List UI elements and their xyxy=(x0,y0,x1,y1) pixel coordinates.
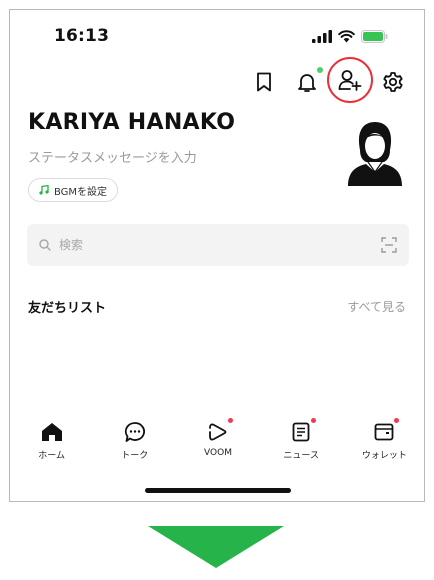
down-arrow-indicator xyxy=(148,526,284,568)
tab-label: トーク xyxy=(121,451,149,461)
tab-label: ニュース xyxy=(283,451,319,461)
tab-label: ウォレット xyxy=(361,451,407,461)
wifi-icon xyxy=(338,29,355,42)
signal-icon xyxy=(312,29,332,43)
battery-icon xyxy=(361,29,388,43)
bgm-button[interactable]: BGMを設定 xyxy=(28,178,119,202)
friends-list-title: 友だちリスト xyxy=(28,301,107,316)
music-note-icon xyxy=(39,185,49,195)
tab-wallet[interactable]: ウォレット xyxy=(343,418,424,466)
settings-icon xyxy=(383,72,403,92)
status-time: 16:13 xyxy=(54,26,110,46)
chat-icon xyxy=(124,422,145,442)
bell-icon xyxy=(298,73,316,92)
see-all-link[interactable]: すべて見る xyxy=(347,298,406,315)
home-indicator xyxy=(145,488,291,493)
profile-name: KARIYA HANAKO xyxy=(28,110,236,135)
voom-icon xyxy=(209,423,227,441)
notification-badge xyxy=(317,67,323,73)
tab-bar: ホーム トーク VOOM ニュース ウォレット xyxy=(10,418,424,466)
search-input[interactable] xyxy=(57,237,381,253)
status-icons xyxy=(312,29,388,43)
phone-screen: 16:13 KARIYA HANAKO ステータスメッセージを入力 BGMを設定… xyxy=(9,9,425,502)
bgm-label: BGMを設定 xyxy=(54,186,108,198)
search-icon xyxy=(39,239,51,251)
avatar-icon xyxy=(348,122,402,186)
tab-label: ホーム xyxy=(38,451,65,461)
bookmark-icon xyxy=(257,72,271,92)
tab-home[interactable]: ホーム xyxy=(10,420,93,466)
add-friend-button[interactable] xyxy=(336,66,364,94)
settings-button[interactable] xyxy=(379,68,407,96)
tab-label: VOOM xyxy=(204,448,232,458)
wallet-badge xyxy=(394,418,400,423)
wallet-icon xyxy=(375,423,394,441)
news-icon xyxy=(292,422,310,442)
search-bar[interactable] xyxy=(27,224,409,266)
notifications-button[interactable] xyxy=(293,68,321,96)
tab-voom[interactable]: VOOM xyxy=(176,418,259,466)
tab-news[interactable]: ニュース xyxy=(260,418,343,466)
home-icon xyxy=(41,423,62,441)
bookmark-button[interactable] xyxy=(250,68,278,96)
voom-badge xyxy=(228,418,233,423)
add-friend-icon xyxy=(338,70,362,91)
status-message-input[interactable]: ステータスメッセージを入力 xyxy=(28,147,197,166)
news-badge xyxy=(311,418,317,423)
qr-scan-icon[interactable] xyxy=(381,237,397,253)
avatar[interactable] xyxy=(344,120,406,186)
tab-chat[interactable]: トーク xyxy=(93,420,176,466)
